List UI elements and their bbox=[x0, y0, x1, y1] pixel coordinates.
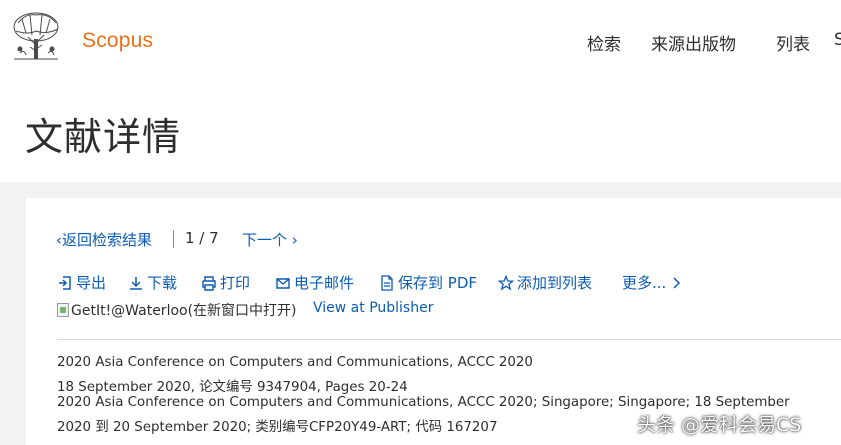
nav-lists[interactable]: 列表 bbox=[776, 30, 810, 55]
nav-sources[interactable]: 来源出版物 bbox=[651, 30, 736, 55]
nav-search[interactable]: 检索 bbox=[587, 30, 621, 55]
export-label: 导出 bbox=[76, 274, 107, 292]
add-to-list-label: 添加到列表 bbox=[517, 274, 593, 292]
pdf-icon bbox=[381, 274, 393, 291]
email-icon bbox=[276, 277, 290, 289]
email-label: 电子邮件 bbox=[294, 274, 355, 292]
download-button[interactable]: 下载 bbox=[128, 272, 177, 293]
next-label: 下一个 bbox=[242, 231, 288, 249]
more-button[interactable]: 更多... bbox=[622, 272, 684, 293]
elsevier-tree-logo[interactable] bbox=[8, 9, 64, 61]
chevron-right-icon bbox=[673, 276, 681, 289]
export-icon bbox=[59, 275, 71, 290]
source-details: 18 September 2020, 论文编号 9347904, Pages 2… bbox=[57, 380, 408, 395]
add-to-list-button[interactable]: 添加到列表 bbox=[498, 272, 592, 293]
chevron-right-icon: › bbox=[287, 231, 298, 249]
source-title: 2020 Asia Conference on Computers and Co… bbox=[57, 355, 533, 370]
broken-image-icon bbox=[57, 303, 69, 317]
getit-alt-text: GetIt!@Waterloo(在新窗口中打开) bbox=[71, 303, 297, 319]
view-at-publisher-link[interactable]: View at Publisher bbox=[313, 300, 433, 316]
export-button[interactable]: 导出 bbox=[57, 272, 106, 293]
download-label: 下载 bbox=[147, 274, 178, 292]
conference-info: 2020 Asia Conference on Computers and Co… bbox=[57, 395, 790, 410]
star-icon bbox=[498, 274, 514, 290]
save-pdf-button[interactable]: 保存到 PDF bbox=[379, 272, 477, 293]
download-icon bbox=[130, 276, 142, 290]
getit-waterloo-link[interactable]: GetIt!@Waterloo(在新窗口中打开) bbox=[57, 300, 297, 320]
more-label: 更多... bbox=[622, 274, 667, 292]
divider bbox=[57, 339, 841, 340]
print-button[interactable]: 打印 bbox=[201, 272, 250, 293]
conference-info-continued: 2020 到 20 September 2020; 类别编号CFP20Y49-A… bbox=[57, 420, 498, 435]
scopus-logo[interactable]: Scopus bbox=[82, 29, 153, 53]
save-pdf-label: 保存到 PDF bbox=[398, 274, 477, 292]
back-to-results-link[interactable]: ‹返回检索结果 bbox=[56, 229, 152, 250]
page-title: 文献详情 bbox=[25, 115, 182, 159]
next-result-link[interactable]: 下一个 › bbox=[242, 229, 298, 250]
pager-divider bbox=[173, 230, 174, 248]
email-button[interactable]: 电子邮件 bbox=[275, 272, 354, 293]
back-label: 返回检索结果 bbox=[62, 231, 153, 249]
nav-overflow-item[interactable]: S bbox=[834, 30, 841, 52]
print-icon bbox=[202, 275, 216, 291]
result-count: 1 / 7 bbox=[185, 229, 219, 247]
watermark: 头条 @爱科会易CS bbox=[637, 414, 802, 436]
print-label: 打印 bbox=[220, 274, 251, 292]
